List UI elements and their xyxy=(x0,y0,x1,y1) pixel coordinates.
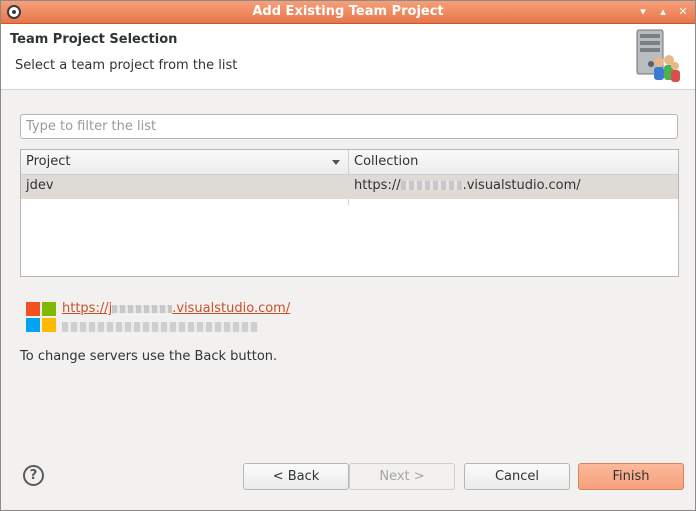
server-users-icon xyxy=(636,29,680,82)
title-bar[interactable]: Add Existing Team Project ▾ ▴ ✕ xyxy=(1,1,695,24)
close-icon[interactable]: ✕ xyxy=(675,4,691,20)
cell-project: jdev xyxy=(26,178,54,193)
back-hint-text: To change servers use the Back button. xyxy=(20,349,278,364)
redacted-text xyxy=(400,181,463,190)
team-project-table[interactable]: Project Collection jdev https:// .visuals… xyxy=(20,149,679,277)
sort-descending-icon xyxy=(332,160,340,165)
column-header-project-label: Project xyxy=(26,154,71,169)
next-button[interactable]: Next > xyxy=(349,463,455,490)
cancel-button[interactable]: Cancel xyxy=(464,463,570,490)
page-title: Team Project Selection xyxy=(10,32,178,47)
table-header: Project Collection xyxy=(21,150,678,175)
page-subtitle: Select a team project from the list xyxy=(15,58,238,73)
account-link-suffix: .visualstudio.com/ xyxy=(172,301,291,316)
window-title: Add Existing Team Project xyxy=(252,4,444,19)
collection-url-prefix: https:// xyxy=(354,178,401,193)
collection-url-suffix: .visualstudio.com/ xyxy=(462,178,581,193)
account-link-prefix: https://j xyxy=(62,301,113,316)
cell-collection: https:// .visualstudio.com/ xyxy=(349,175,678,199)
finish-button[interactable]: Finish xyxy=(578,463,684,490)
back-button[interactable]: < Back xyxy=(243,463,349,490)
redacted-text xyxy=(112,304,173,313)
filter-input[interactable] xyxy=(20,114,678,139)
account-server-link[interactable]: https://j .visualstudio.com/ xyxy=(62,301,290,316)
column-header-collection[interactable]: Collection xyxy=(349,150,678,174)
redacted-account-email xyxy=(62,322,258,332)
microsoft-logo-icon xyxy=(26,302,56,332)
column-divider xyxy=(348,199,349,205)
column-header-collection-label: Collection xyxy=(354,154,419,169)
table-row[interactable]: jdev https:// .visualstudio.com/ xyxy=(21,175,678,199)
maximize-icon[interactable]: ▴ xyxy=(655,4,671,20)
header-banner: Team Project Selection Select a team pro… xyxy=(1,24,695,90)
minimize-icon[interactable]: ▾ xyxy=(635,4,651,20)
help-icon[interactable]: ? xyxy=(23,465,44,486)
column-header-project[interactable]: Project xyxy=(21,150,349,174)
dialog-window: Add Existing Team Project ▾ ▴ ✕ Team Pro… xyxy=(0,0,696,511)
